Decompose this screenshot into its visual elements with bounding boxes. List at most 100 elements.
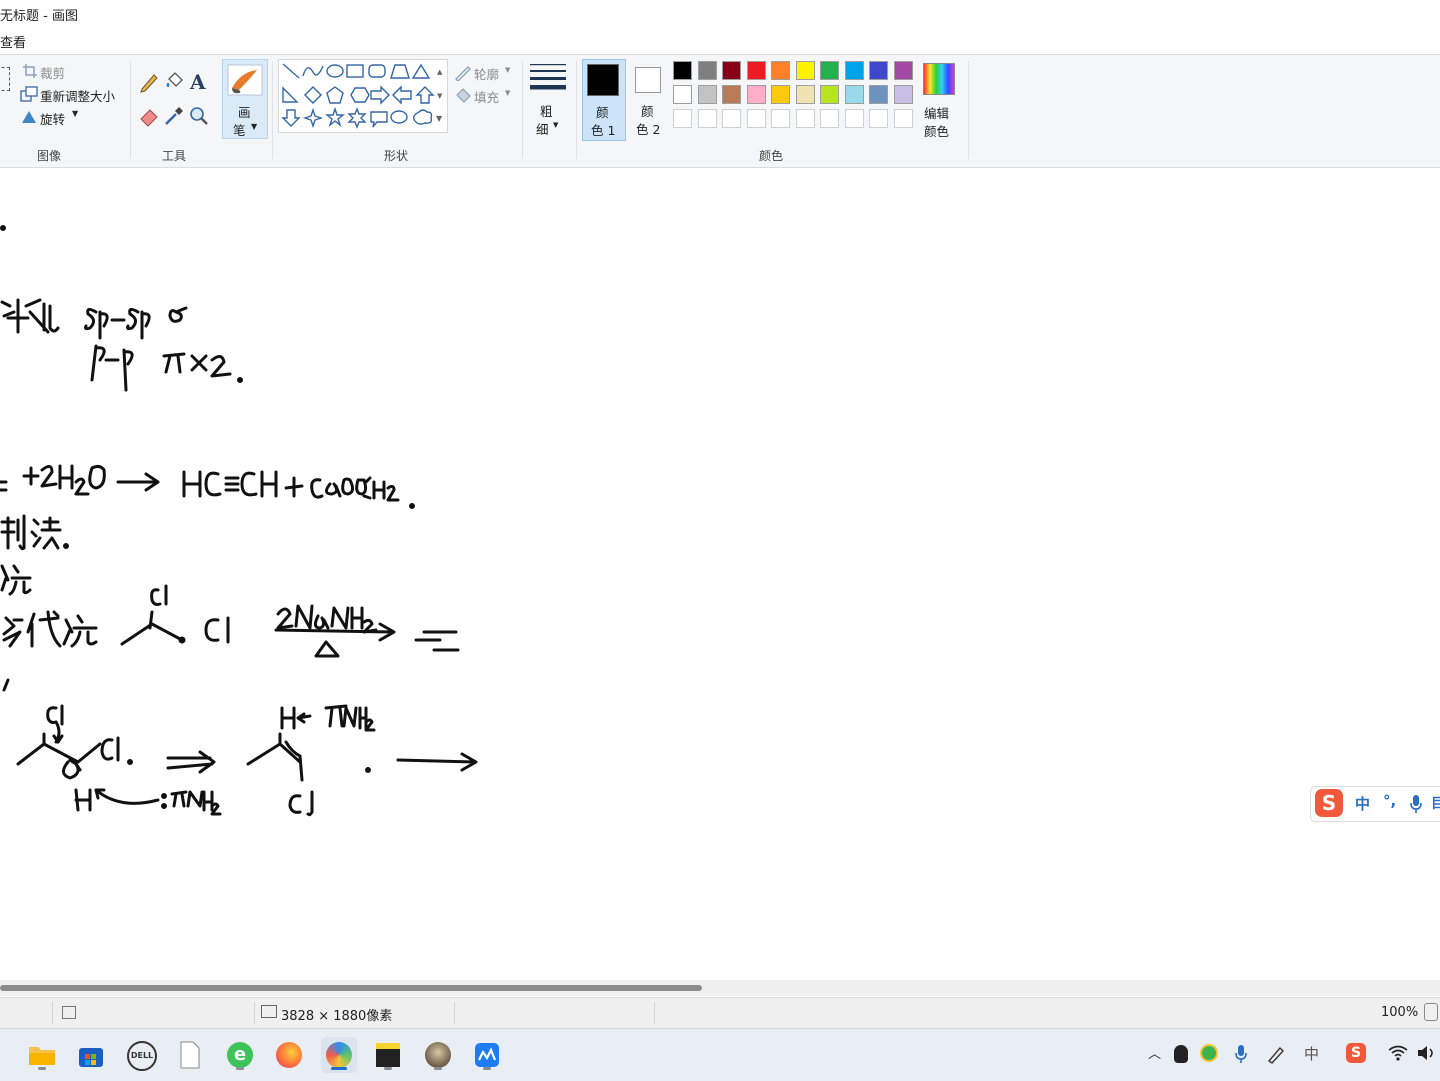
color-swatch[interactable] xyxy=(697,85,717,104)
chevron-down-icon: ▼ xyxy=(251,122,258,131)
color-swatch[interactable] xyxy=(820,85,839,104)
custom-color-swatch[interactable] xyxy=(820,109,839,128)
resize-icon[interactable] xyxy=(20,86,38,102)
color-swatch[interactable] xyxy=(893,61,913,80)
color-swatch[interactable] xyxy=(697,61,717,80)
color-swatch[interactable] xyxy=(746,85,766,104)
outline-button[interactable]: 轮廓 xyxy=(474,64,499,83)
eraser-icon[interactable] xyxy=(138,105,160,127)
edit-colors-label-2: 颜色 xyxy=(924,124,950,139)
resize-button[interactable]: 重新调整大小 xyxy=(40,86,115,105)
color1-button[interactable]: 颜 色 1 xyxy=(582,59,626,141)
line-weight-icon xyxy=(530,64,566,90)
shapes-expand-icon[interactable]: ▼ xyxy=(436,114,442,123)
microsoft-store-app[interactable] xyxy=(73,1037,109,1073)
color-swatch[interactable] xyxy=(673,85,692,104)
fill-button[interactable]: 填充 xyxy=(474,87,499,106)
color-picker-icon[interactable] xyxy=(163,105,185,127)
color-swatch[interactable] xyxy=(869,85,888,104)
window-title: 无标题 - 画图 xyxy=(0,9,78,24)
color-swatch[interactable] xyxy=(722,61,741,80)
shapes-gallery: ▲ ▼ ▼ xyxy=(278,59,448,133)
custom-color-swatch[interactable] xyxy=(771,109,790,128)
custom-color-swatch[interactable] xyxy=(795,109,815,128)
photo-icon xyxy=(425,1042,451,1068)
color-swatch[interactable] xyxy=(844,61,864,80)
ime-extra-label[interactable]: 目 xyxy=(1431,793,1440,813)
text-icon[interactable]: A xyxy=(190,70,206,94)
color-swatch[interactable] xyxy=(820,61,839,80)
color1-label-2: 色 1 xyxy=(591,123,616,138)
rotate-icon[interactable] xyxy=(20,109,38,125)
custom-color-swatch[interactable] xyxy=(673,109,692,128)
file-explorer-app[interactable] xyxy=(24,1037,60,1073)
paint-app[interactable] xyxy=(321,1037,357,1073)
tray-overflow-icon[interactable]: ︿ xyxy=(1148,1043,1161,1062)
color2-button[interactable]: 颜 色 2 xyxy=(628,59,670,139)
pencil-icon[interactable] xyxy=(138,71,160,93)
color1-label-1: 颜 xyxy=(596,105,609,120)
color1-swatch xyxy=(587,64,619,96)
menu-view[interactable]: 查看 xyxy=(0,32,26,51)
wifi-icon[interactable] xyxy=(1388,1045,1408,1061)
color-swatch[interactable] xyxy=(795,61,815,80)
sticky-notes-app[interactable] xyxy=(370,1037,406,1073)
photo-app[interactable] xyxy=(420,1037,456,1073)
ime-toolbar[interactable]: S 中 °, 目 xyxy=(1310,786,1440,822)
color-swatch[interactable] xyxy=(795,85,815,104)
sogou-logo-icon: S xyxy=(1315,789,1343,817)
outline-icon[interactable] xyxy=(454,65,472,81)
color-swatch[interactable] xyxy=(893,85,913,104)
magnifier-icon[interactable] xyxy=(188,105,210,127)
status-divider xyxy=(454,1002,455,1024)
brushes-button[interactable]: 画 笔 ▼ xyxy=(222,59,268,139)
firefox-icon xyxy=(276,1042,302,1068)
dell-app[interactable]: DELL xyxy=(123,1037,159,1073)
color-swatch[interactable] xyxy=(771,61,790,80)
custom-color-swatch[interactable] xyxy=(844,109,864,128)
meeting-app[interactable] xyxy=(469,1037,505,1073)
color-swatch[interactable] xyxy=(722,85,741,104)
custom-color-swatch[interactable] xyxy=(893,109,913,128)
status-divider xyxy=(254,1002,255,1024)
color-swatch[interactable] xyxy=(844,85,864,104)
tray-microphone-icon[interactable] xyxy=(1234,1044,1248,1064)
fill-icon[interactable] xyxy=(163,71,185,93)
crop-icon[interactable] xyxy=(22,63,38,79)
custom-color-swatch[interactable] xyxy=(697,109,717,128)
microphone-icon[interactable] xyxy=(1409,794,1423,814)
color-swatch[interactable] xyxy=(869,61,888,80)
edit-colors-button[interactable]: 编辑 颜色 xyxy=(920,59,960,139)
color-swatch[interactable] xyxy=(771,85,790,104)
pen-icon[interactable] xyxy=(1266,1044,1286,1064)
custom-color-swatch[interactable] xyxy=(746,109,766,128)
tray-ime-label[interactable]: 中 xyxy=(1304,1043,1319,1064)
firefox-app[interactable] xyxy=(271,1037,307,1073)
qq-icon[interactable] xyxy=(1174,1045,1188,1063)
document-app[interactable] xyxy=(172,1037,208,1073)
security-icon[interactable] xyxy=(1200,1044,1218,1062)
crop-button[interactable]: 裁剪 xyxy=(40,63,65,82)
rotate-button[interactable]: 旋转 xyxy=(40,109,65,128)
shapes-scroll-up-icon[interactable]: ▲ xyxy=(437,68,442,76)
horizontal-scrollbar[interactable] xyxy=(0,980,1440,996)
ime-mode-label[interactable]: 中 xyxy=(1355,793,1370,814)
ime-punct-label[interactable]: °, xyxy=(1383,792,1396,810)
chevron-down-icon: ▼ xyxy=(553,121,559,129)
color-swatch[interactable] xyxy=(746,61,766,80)
custom-color-swatch[interactable] xyxy=(869,109,888,128)
menu-bar: 查看 xyxy=(0,28,1440,54)
select-icon[interactable] xyxy=(0,67,10,91)
zoom-out-button[interactable] xyxy=(1424,1003,1438,1021)
custom-color-swatch[interactable] xyxy=(722,109,741,128)
color-swatch[interactable] xyxy=(673,61,692,80)
shapes-scroll-down-icon[interactable]: ▼ xyxy=(437,92,442,100)
drawing-canvas[interactable]: . S 中 °, 目 xyxy=(0,172,1440,978)
fill-bucket-icon[interactable] xyxy=(454,87,472,103)
scrollbar-thumb[interactable] xyxy=(0,985,702,991)
tray-sogou-icon[interactable]: S xyxy=(1346,1043,1366,1063)
blank-document-icon xyxy=(180,1041,200,1069)
size-button[interactable]: 粗 细 ▼ xyxy=(528,61,568,137)
volume-icon[interactable] xyxy=(1416,1045,1438,1061)
browser-app[interactable]: e xyxy=(222,1037,258,1073)
